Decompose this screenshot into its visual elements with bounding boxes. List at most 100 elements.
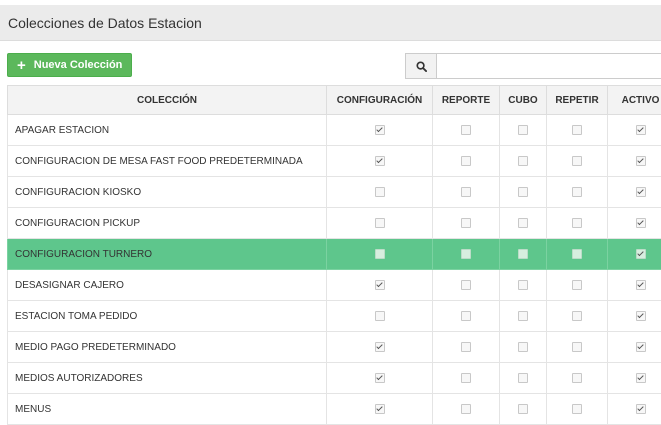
config-checkbox[interactable] [375,311,385,321]
config-checkbox[interactable] [375,342,385,352]
cubo-checkbox[interactable] [518,125,528,135]
search-icon [416,61,427,72]
activo-checkbox[interactable] [636,280,646,290]
activo-checkbox[interactable] [636,249,646,259]
cell-config [327,270,433,301]
table-row[interactable]: DESASIGNAR CAJERO [8,270,661,301]
activo-checkbox[interactable] [636,156,646,166]
cell-config [327,115,433,146]
plus-icon: + [17,58,26,73]
cell-cubo [500,208,547,239]
cell-config [327,363,433,394]
new-collection-label: Nueva Colección [34,59,123,71]
col-header-cubo[interactable]: CUBO [500,86,547,115]
new-collection-button[interactable]: + Nueva Colección [7,53,132,77]
page-title: Colecciones de Datos Estacion [8,15,202,31]
cell-config [327,208,433,239]
config-checkbox[interactable] [375,156,385,166]
activo-checkbox[interactable] [636,125,646,135]
col-header-repetir[interactable]: REPETIR [547,86,608,115]
config-checkbox[interactable] [375,249,385,259]
cell-reporte [433,270,500,301]
cell-repetir [547,270,608,301]
repetir-checkbox[interactable] [572,187,582,197]
config-checkbox[interactable] [375,280,385,290]
collection-name-cell[interactable]: MEDIOS AUTORIZADORES [8,363,327,394]
repetir-checkbox[interactable] [572,218,582,228]
reporte-checkbox[interactable] [461,280,471,290]
cubo-checkbox[interactable] [518,187,528,197]
collection-name-cell[interactable]: DESASIGNAR CAJERO [8,270,327,301]
collection-name-cell[interactable]: ESTACION TOMA PEDIDO [8,301,327,332]
collection-name-cell[interactable]: MENUS [8,394,327,425]
cell-repetir [547,394,608,425]
activo-checkbox[interactable] [636,404,646,414]
reporte-checkbox[interactable] [461,125,471,135]
table-row[interactable]: CONFIGURACION TURNERO [8,239,661,270]
cell-activo [608,239,661,270]
repetir-checkbox[interactable] [572,404,582,414]
cell-reporte [433,394,500,425]
activo-checkbox[interactable] [636,342,646,352]
cubo-checkbox[interactable] [518,280,528,290]
reporte-checkbox[interactable] [461,373,471,383]
cell-config [327,177,433,208]
repetir-checkbox[interactable] [572,249,582,259]
cubo-checkbox[interactable] [518,156,528,166]
table-row[interactable]: MEDIO PAGO PREDETERMINADO [8,332,661,363]
collection-name-cell[interactable]: APAGAR ESTACION [8,115,327,146]
table-row[interactable]: APAGAR ESTACION [8,115,661,146]
col-header-reporte[interactable]: REPORTE [433,86,500,115]
repetir-checkbox[interactable] [572,342,582,352]
table-row[interactable]: CONFIGURACION KIOSKO [8,177,661,208]
collection-name-cell[interactable]: CONFIGURACION TURNERO [8,239,327,270]
reporte-checkbox[interactable] [461,156,471,166]
reporte-checkbox[interactable] [461,311,471,321]
collection-name-cell[interactable]: CONFIGURACION DE MESA FAST FOOD PREDETER… [8,146,327,177]
activo-checkbox[interactable] [636,373,646,383]
cell-activo [608,332,661,363]
cell-repetir [547,239,608,270]
config-checkbox[interactable] [375,125,385,135]
repetir-checkbox[interactable] [572,156,582,166]
config-checkbox[interactable] [375,218,385,228]
table-row[interactable]: MENUS [8,394,661,425]
collection-name-cell[interactable]: CONFIGURACION KIOSKO [8,177,327,208]
repetir-checkbox[interactable] [572,280,582,290]
collection-name-cell[interactable]: CONFIGURACION PICKUP [8,208,327,239]
reporte-checkbox[interactable] [461,218,471,228]
reporte-checkbox[interactable] [461,187,471,197]
repetir-checkbox[interactable] [572,311,582,321]
reporte-checkbox[interactable] [461,404,471,414]
cubo-checkbox[interactable] [518,373,528,383]
cubo-checkbox[interactable] [518,404,528,414]
cell-reporte [433,208,500,239]
search-input[interactable] [436,53,661,79]
reporte-checkbox[interactable] [461,249,471,259]
repetir-checkbox[interactable] [572,125,582,135]
cell-activo [608,146,661,177]
config-checkbox[interactable] [375,373,385,383]
cubo-checkbox[interactable] [518,249,528,259]
repetir-checkbox[interactable] [572,373,582,383]
col-header-configuracion[interactable]: CONFIGURACIÓN [327,86,433,115]
col-header-coleccion[interactable]: COLECCIÓN [8,86,327,115]
cell-repetir [547,332,608,363]
table-row[interactable]: ESTACION TOMA PEDIDO [8,301,661,332]
config-checkbox[interactable] [375,187,385,197]
table-row[interactable]: CONFIGURACION DE MESA FAST FOOD PREDETER… [8,146,661,177]
activo-checkbox[interactable] [636,218,646,228]
cubo-checkbox[interactable] [518,218,528,228]
cubo-checkbox[interactable] [518,311,528,321]
activo-checkbox[interactable] [636,311,646,321]
activo-checkbox[interactable] [636,187,646,197]
table-row[interactable]: MEDIOS AUTORIZADORES [8,363,661,394]
page-header: Colecciones de Datos Estacion [0,5,661,41]
search-button[interactable] [405,53,437,79]
col-header-activo[interactable]: ACTIVO [608,86,661,115]
cubo-checkbox[interactable] [518,342,528,352]
table-row[interactable]: CONFIGURACION PICKUP [8,208,661,239]
reporte-checkbox[interactable] [461,342,471,352]
collection-name-cell[interactable]: MEDIO PAGO PREDETERMINADO [8,332,327,363]
config-checkbox[interactable] [375,404,385,414]
